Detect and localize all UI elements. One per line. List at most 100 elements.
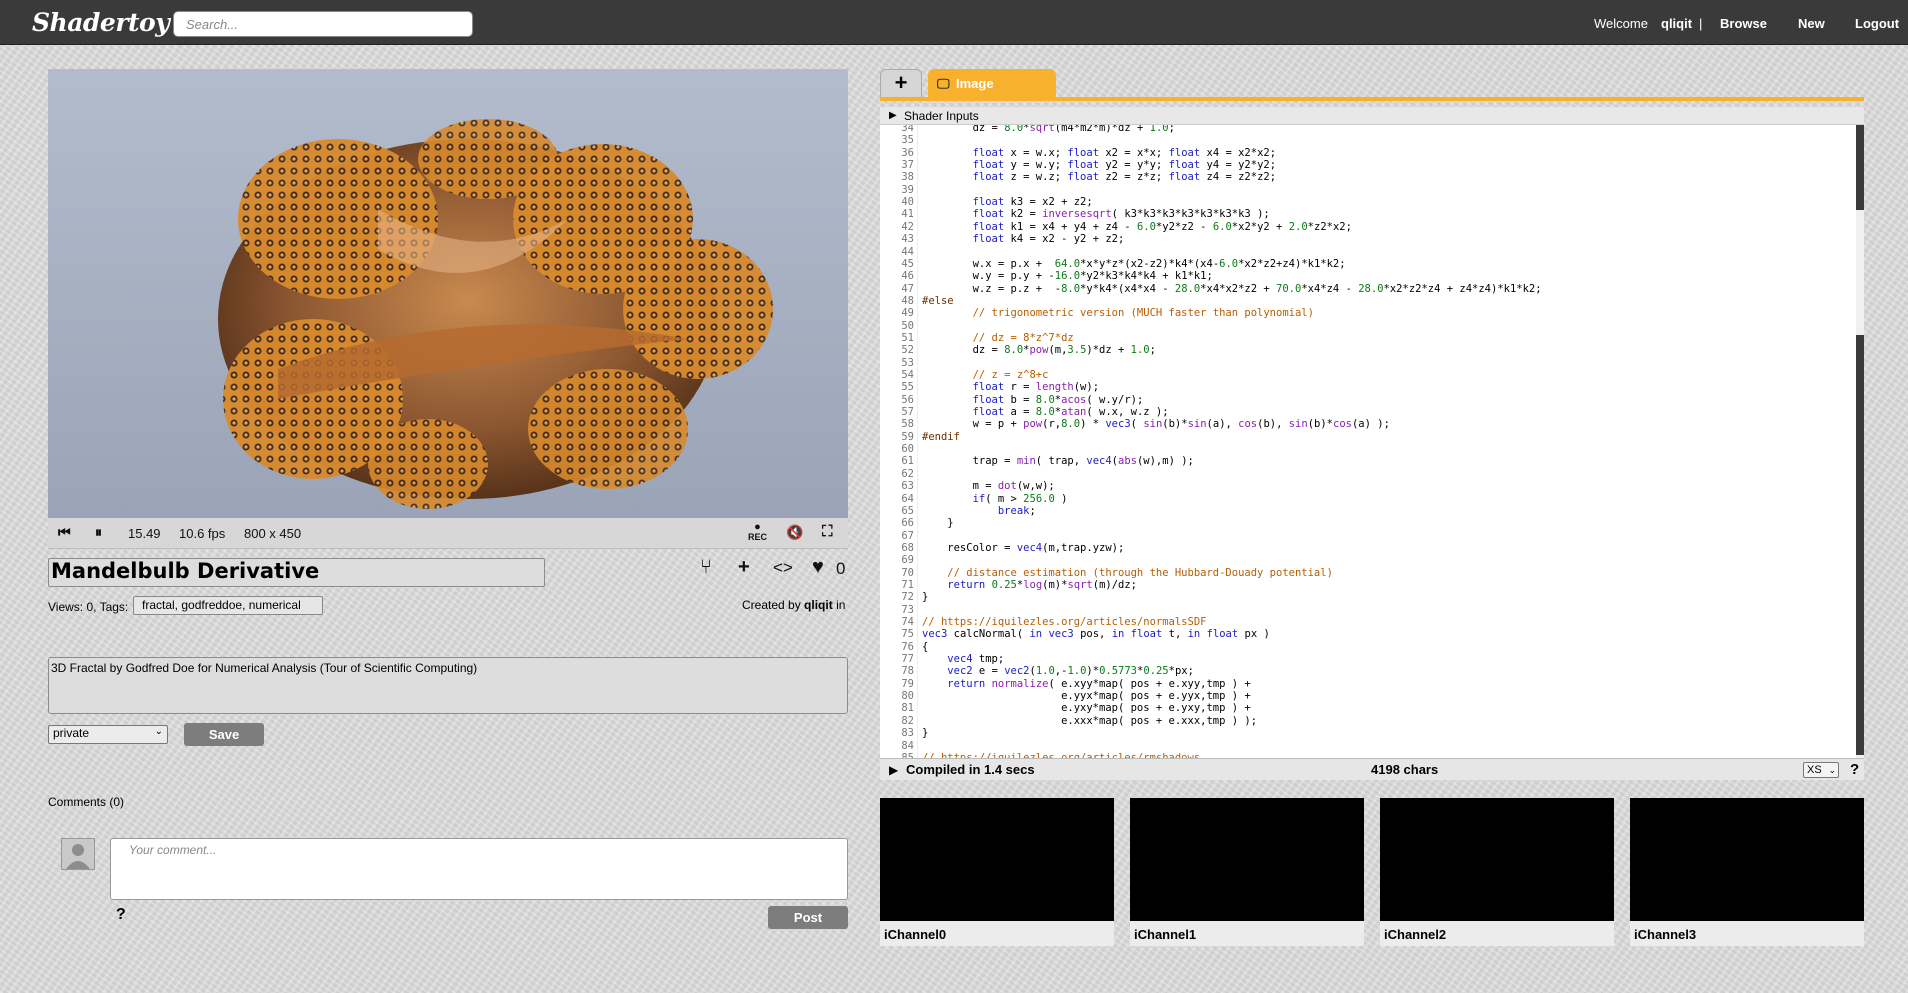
player-controls: ⏮ ⏸ 15.49 10.6 fps 800 x 450 ● REC 🔇 ⛶ bbox=[48, 518, 848, 549]
avatar bbox=[61, 838, 95, 870]
expand-triangle-icon: ▶ bbox=[889, 110, 897, 121]
fullscreen-icon[interactable]: ⛶ bbox=[822, 523, 833, 540]
code-line[interactable]: if( m > 256.0 ) bbox=[922, 493, 1068, 505]
code-line[interactable]: // dz = 8*z^7*dz bbox=[922, 332, 1074, 344]
add-icon[interactable]: + bbox=[738, 556, 750, 579]
code-line[interactable]: e.yxy*map( pos + e.yxy,tmp ) + bbox=[922, 702, 1251, 714]
code-line[interactable]: w.z = p.z + -8.0*y*k4*(x4*x4 - 28.0*x4*x… bbox=[922, 283, 1542, 295]
post-button[interactable]: Post bbox=[768, 906, 848, 929]
code-line[interactable]: trap = min( trap, vec4(abs(w),m) ); bbox=[922, 455, 1194, 467]
code-line[interactable]: float x = w.x; float x2 = x*x; float x4 … bbox=[922, 147, 1276, 159]
save-button[interactable]: Save bbox=[184, 723, 264, 746]
code-line[interactable]: } bbox=[922, 517, 953, 529]
description-input[interactable]: 3D Fractal by Godfred Doe for Numerical … bbox=[48, 657, 848, 714]
code-editor[interactable]: 34 35 36 37 38 39 40 41 42 43 44 45 46 47 48 49 50 51 52 53… bbox=[880, 125, 1864, 758]
fork-icon[interactable]: ⑂ bbox=[700, 556, 712, 579]
heart-icon[interactable]: ♥ bbox=[812, 556, 824, 579]
comment-help-icon[interactable]: ? bbox=[116, 906, 126, 924]
code-line[interactable]: } bbox=[922, 727, 928, 739]
pause-icon[interactable]: ⏸ bbox=[95, 524, 102, 541]
code-line[interactable]: vec4 tmp; bbox=[922, 653, 1004, 665]
record-label: REC bbox=[748, 532, 768, 542]
code-line[interactable]: e.xxx*map( pos + e.xxx,tmp ) ); bbox=[922, 715, 1257, 727]
code-line[interactable]: { bbox=[922, 641, 928, 653]
line-number: 40 bbox=[901, 196, 914, 209]
line-number: 44 bbox=[901, 245, 914, 258]
code-line[interactable]: // https://iquilezles.org/articles/norma… bbox=[922, 616, 1206, 628]
embed-code-icon[interactable]: <> bbox=[773, 558, 793, 578]
shader-canvas[interactable] bbox=[48, 69, 848, 518]
channel-2-label: iChannel2 bbox=[1380, 921, 1614, 946]
search-input[interactable] bbox=[173, 11, 473, 37]
line-number: 35 bbox=[901, 134, 914, 147]
code-line[interactable]: break; bbox=[922, 505, 1036, 517]
rewind-icon[interactable]: ⏮ bbox=[58, 524, 71, 541]
line-number: 62 bbox=[901, 467, 914, 480]
code-line[interactable]: float r = length(w); bbox=[922, 381, 1099, 393]
line-number: 81 bbox=[901, 702, 914, 715]
line-number: 76 bbox=[901, 640, 914, 653]
channel-0-label: iChannel0 bbox=[880, 921, 1114, 946]
code-line[interactable]: dz = 8.0*pow(m,3.5)*dz + 1.0; bbox=[922, 344, 1156, 356]
code-line[interactable]: float z = w.z; float z2 = z*z; float z4 … bbox=[922, 171, 1276, 183]
line-number: 72 bbox=[901, 591, 914, 604]
code-line[interactable]: float k3 = x2 + z2; bbox=[922, 196, 1093, 208]
line-number: 49 bbox=[901, 307, 914, 320]
code-line[interactable]: w.x = p.x + 64.0*x*y*z*(x2-z2)*k4*(x4-6.… bbox=[922, 258, 1346, 270]
code-line[interactable]: // trigonometric version (MUCH faster th… bbox=[922, 307, 1314, 319]
code-line[interactable]: #endif bbox=[922, 431, 960, 443]
volume-icon[interactable]: 🔇 bbox=[786, 524, 803, 541]
author-link[interactable]: qliqit bbox=[804, 598, 833, 612]
code-line[interactable]: vec3 calcNormal( in vec3 pos, in float t… bbox=[922, 628, 1270, 640]
line-number: 48 bbox=[901, 294, 914, 307]
tab-image[interactable]: 🖵 Image bbox=[928, 69, 1056, 98]
add-tab-button[interactable]: + bbox=[880, 69, 922, 98]
code-line[interactable]: vec2 e = vec2(1.0,-1.0)*0.5773*0.25*px; bbox=[922, 665, 1194, 677]
line-number: 39 bbox=[901, 183, 914, 196]
code-line[interactable]: w.y = p.y + -16.0*y2*k3*k4*k4 + k1*k1; bbox=[922, 270, 1213, 282]
tab-underline bbox=[880, 97, 1864, 101]
line-number: 54 bbox=[901, 369, 914, 381]
monitor-icon: 🖵 bbox=[937, 76, 950, 91]
font-size-select[interactable]: XS ⌄ bbox=[1803, 762, 1839, 778]
code-line[interactable]: float k2 = inversesqrt( k3*k3*k3*k3*k3*k… bbox=[922, 208, 1270, 220]
record-button[interactable]: ● REC bbox=[748, 522, 768, 543]
line-number: 67 bbox=[901, 529, 914, 542]
shadertoy-logo[interactable]: Shadertoy bbox=[32, 8, 170, 37]
compile-button-icon[interactable]: ▶ bbox=[889, 759, 898, 781]
comment-input[interactable]: Your comment... bbox=[110, 838, 848, 900]
code-line[interactable]: float a = 8.0*atan( w.x, w.z ); bbox=[922, 406, 1169, 418]
line-number: 46 bbox=[901, 270, 914, 283]
code-line[interactable]: resColor = vec4(m,trap.yzw); bbox=[922, 542, 1124, 554]
code-line[interactable]: #else bbox=[922, 295, 954, 307]
compile-time: Compiled in 1.4 secs bbox=[906, 762, 1035, 777]
code-line[interactable]: // z = z^8+c bbox=[922, 369, 1049, 381]
line-number: 64 bbox=[901, 492, 914, 505]
line-number: 42 bbox=[901, 220, 914, 233]
shader-title-input[interactable]: Mandelbulb Derivative bbox=[48, 558, 545, 587]
privacy-select[interactable]: private ⌄ bbox=[48, 725, 168, 744]
shader-inputs-toggle[interactable]: ▶ Shader Inputs bbox=[880, 107, 1864, 125]
code-line[interactable]: float k1 = x4 + y4 + z4 - 6.0*y2*z2 - 6.… bbox=[922, 221, 1352, 233]
new-link[interactable]: New bbox=[1798, 16, 1825, 31]
views-tags-label: Views: 0, Tags: bbox=[48, 600, 129, 614]
line-number: 73 bbox=[901, 603, 914, 616]
code-line[interactable]: m = dot(w,w); bbox=[922, 480, 1055, 492]
code-line[interactable]: dz = 8.0*sqrt(m4*m2*m)*dz + 1.0; bbox=[922, 125, 1175, 134]
browse-link[interactable]: Browse bbox=[1720, 16, 1767, 31]
editor-help-icon[interactable]: ? bbox=[1850, 759, 1859, 781]
code-line[interactable]: float k4 = x2 - y2 + z2; bbox=[922, 233, 1125, 245]
logout-link[interactable]: Logout bbox=[1855, 16, 1899, 31]
code-line[interactable]: e.yyx*map( pos + e.yyx,tmp ) + bbox=[922, 690, 1251, 702]
tags-input[interactable]: fractal, godfreddoe, numerical bbox=[133, 596, 323, 615]
code-line[interactable]: float b = 8.0*acos( w.y/r); bbox=[922, 394, 1144, 406]
code-line[interactable]: return 0.25*log(m)*sqrt(m)/dz; bbox=[922, 579, 1137, 591]
code-line[interactable]: return normalize( e.xyy*map( pos + e.xyy… bbox=[922, 678, 1250, 690]
editor-scrollbar[interactable] bbox=[1856, 125, 1864, 758]
code-line[interactable]: float y = w.y; float y2 = y*y; float y4 … bbox=[922, 159, 1276, 171]
code-line[interactable]: // distance estimation (through the Hubb… bbox=[922, 567, 1333, 579]
line-number: 50 bbox=[901, 319, 914, 332]
user-link[interactable]: qliqit bbox=[1661, 16, 1692, 31]
code-line[interactable]: w = p + pow(r,8.0) * vec3( sin(b)*sin(a)… bbox=[922, 418, 1390, 430]
code-line[interactable]: } bbox=[922, 591, 928, 603]
